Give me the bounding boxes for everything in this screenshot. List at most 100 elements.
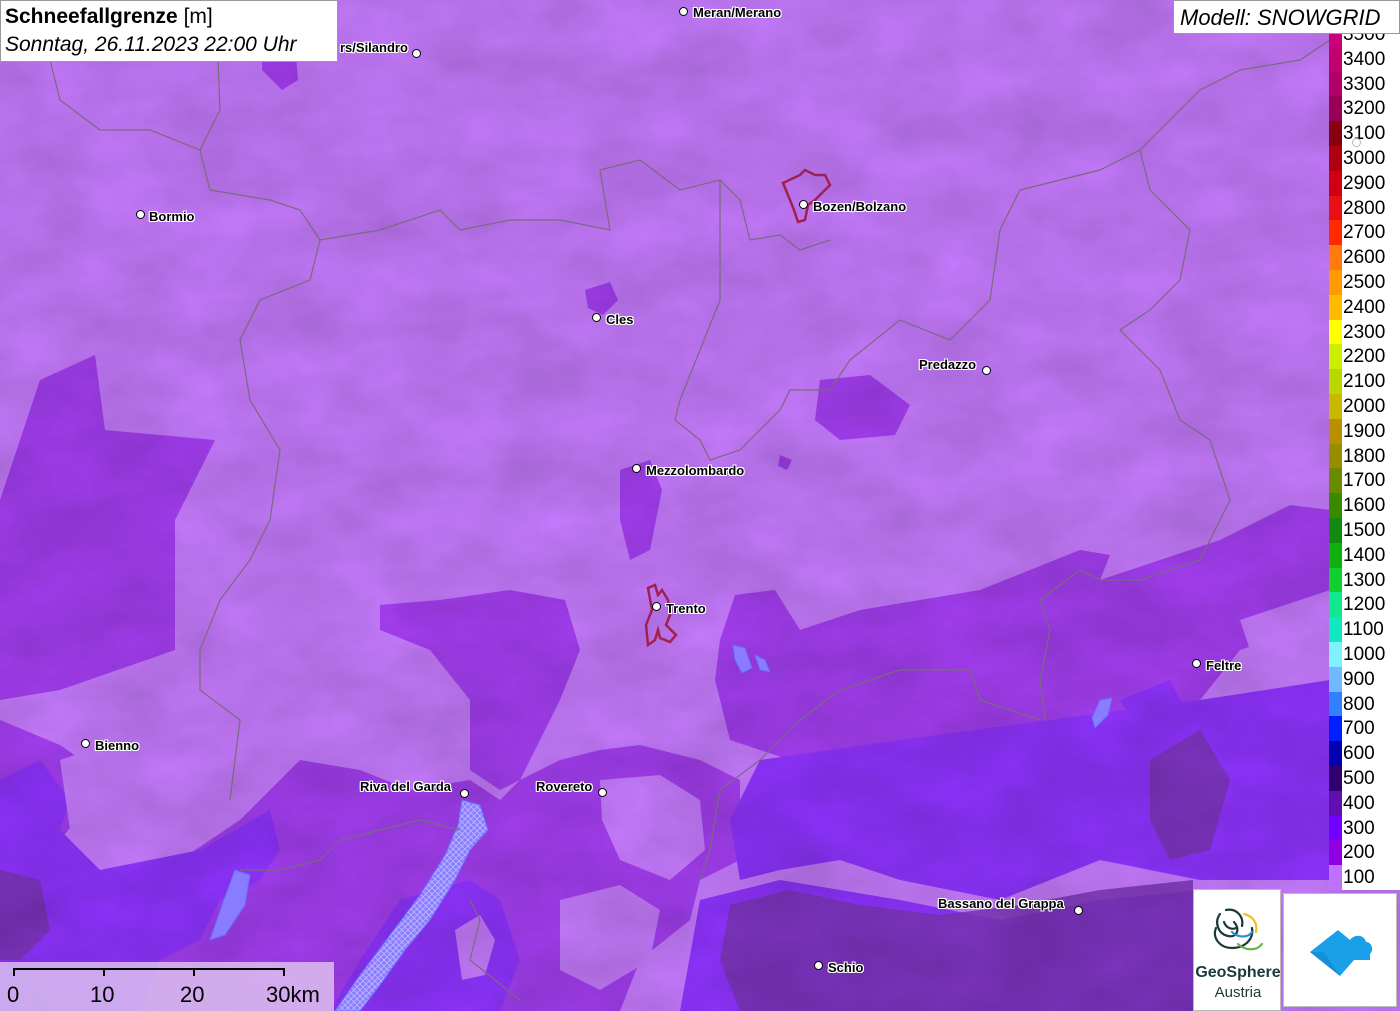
- geosphere-logo[interactable]: GeoSphere Austria: [1193, 889, 1281, 1011]
- place-label[interactable]: Feltre: [1206, 658, 1241, 673]
- legend-label: 2900: [1343, 172, 1386, 194]
- place-label[interactable]: Mezzolombardo: [646, 463, 744, 478]
- place-label[interactable]: Bienno: [95, 738, 139, 753]
- legend-swatch: [1329, 666, 1342, 692]
- place-label[interactable]: Bozen/Bolzano: [813, 199, 906, 214]
- place-label[interactable]: Meran/Merano: [693, 5, 781, 20]
- legend-entry: 600: [1329, 741, 1400, 766]
- legend-swatch: [1329, 840, 1342, 866]
- scale-label-20: 20: [180, 982, 205, 1007]
- geosphere-name: GeoSphere: [1195, 964, 1281, 981]
- map-title-unit: [m]: [183, 5, 213, 28]
- city-dot-icon: [412, 49, 421, 58]
- legend-label: 2600: [1343, 247, 1386, 269]
- legend-swatch: [1329, 418, 1342, 444]
- place-label[interactable]: Schio: [828, 960, 863, 975]
- legend-label: 3200: [1343, 98, 1386, 120]
- scale-line: [13, 968, 285, 970]
- legend-swatch: [1329, 170, 1342, 196]
- place-label[interactable]: Bormio: [149, 209, 195, 224]
- place-label[interactable]: Predazzo: [919, 357, 976, 372]
- legend-entry: 2300: [1329, 319, 1400, 345]
- legend-swatch: [1329, 815, 1342, 841]
- legend-entry: 300: [1329, 815, 1400, 841]
- legend-label: 2000: [1343, 396, 1386, 417]
- legend-entry: 2600: [1329, 245, 1400, 270]
- legend-label: 700: [1343, 718, 1375, 740]
- legend-label: 2100: [1343, 371, 1386, 393]
- scale-tick: [283, 968, 285, 976]
- legend-label: 200: [1343, 842, 1375, 864]
- legend-entry: 1700: [1329, 468, 1400, 494]
- scale-tick: [193, 968, 195, 976]
- city-dot-icon: [679, 7, 688, 16]
- legend-label: 800: [1343, 693, 1375, 715]
- legend-entry: 1300: [1329, 567, 1400, 593]
- legend-swatch: [1329, 195, 1342, 221]
- legend-label: 900: [1343, 668, 1375, 690]
- partner-logo[interactable]: [1283, 893, 1397, 1007]
- legend-label: 3500: [1343, 34, 1386, 45]
- place-label[interactable]: Cles: [606, 312, 633, 327]
- legend-swatch: [1329, 518, 1342, 543]
- legend-swatch: [1329, 369, 1342, 394]
- legend-swatch: [1329, 567, 1342, 593]
- legend-swatch: [1329, 394, 1342, 419]
- legend-swatch: [1329, 642, 1342, 667]
- legend-entry: 2100: [1329, 369, 1400, 394]
- map-datetime: Sonntag, 26.11.2023 22:00 Uhr: [5, 33, 297, 56]
- place-label[interactable]: Bassano del Grappa: [938, 896, 1064, 911]
- legend-label: 1700: [1343, 470, 1386, 492]
- legend-entry: 1600: [1329, 493, 1400, 518]
- legend-swatch: [1329, 344, 1342, 370]
- legend-label: 1600: [1343, 495, 1386, 517]
- legend-swatch: [1329, 71, 1342, 97]
- legend-swatch: [1329, 617, 1342, 642]
- legend-entry: 1500: [1329, 518, 1400, 543]
- place-label[interactable]: Rovereto: [536, 779, 592, 794]
- legend-label: 1800: [1343, 445, 1386, 467]
- legend-swatch: [1329, 270, 1342, 295]
- legend-label: 1200: [1343, 594, 1386, 616]
- legend-entry: 2700: [1329, 220, 1400, 246]
- legend-label: 400: [1343, 792, 1375, 814]
- snowline-map[interactable]: [0, 0, 1400, 1011]
- legend-entry: 800: [1329, 691, 1400, 717]
- model-label: Modell: SNOWGRID: [1173, 0, 1400, 34]
- scale-bar: 0 10 20 30km: [0, 962, 334, 1011]
- legend-entry: 1200: [1329, 592, 1400, 618]
- legend-label: 1300: [1343, 569, 1386, 591]
- legend-entry: 1900: [1329, 418, 1400, 444]
- city-dot-icon: [799, 200, 808, 209]
- legend-swatch: [1329, 443, 1342, 469]
- scale-label-0: 0: [7, 982, 20, 1007]
- legend-entry: 500: [1329, 766, 1400, 791]
- legend-swatch: [1329, 319, 1342, 345]
- legend-entry: 3200: [1329, 96, 1400, 122]
- city-dot-icon: [814, 961, 823, 970]
- color-legend: 3500 3400 3300 3200 3100 3000 2900 2800 2700 2600…: [1329, 34, 1400, 890]
- legend-entry: 2200: [1329, 344, 1400, 370]
- city-dot-icon: [1352, 138, 1361, 147]
- legend-swatch: [1329, 542, 1342, 568]
- place-label[interactable]: Riva del Garda: [360, 779, 451, 794]
- scale-label-10: 10: [90, 982, 115, 1007]
- place-label[interactable]: Trento: [666, 601, 706, 616]
- city-dot-icon: [592, 313, 601, 322]
- legend-swatch: [1329, 245, 1342, 270]
- city-dot-icon: [81, 739, 90, 748]
- legend-entry: 3400: [1329, 46, 1400, 72]
- legend-swatch: [1329, 691, 1342, 717]
- place-label[interactable]: rs/Silandro: [340, 40, 408, 55]
- map-title: Schneefallgrenze: [5, 5, 178, 28]
- legend-label: 2400: [1343, 296, 1386, 318]
- city-dot-icon: [460, 789, 469, 798]
- legend-swatch: [1329, 96, 1342, 122]
- legend-swatch: [1329, 46, 1342, 72]
- legend-swatch: [1329, 790, 1342, 816]
- legend-entry: 2800: [1329, 195, 1400, 221]
- legend-label: 3100: [1343, 123, 1386, 145]
- legend-entry: 900: [1329, 666, 1400, 692]
- geosphere-sub: Austria: [1214, 984, 1262, 1001]
- legend-label: 2200: [1343, 346, 1386, 368]
